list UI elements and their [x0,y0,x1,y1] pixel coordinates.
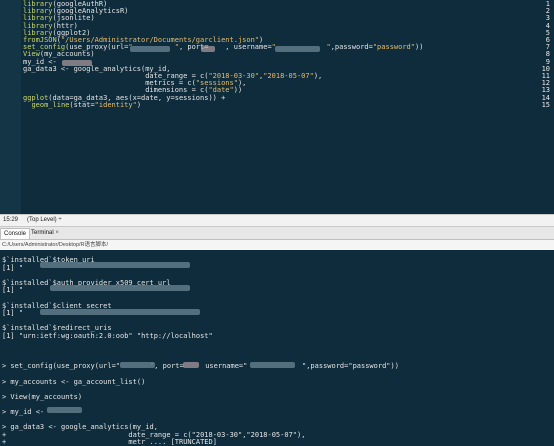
console-line: [1] "urn:ietf:wg:oauth:2.0:oob" "http://… [2,332,213,340]
console-line: > View(my_accounts) [2,392,83,401]
console-line: > set_config(use_proxy(url=" ", port= use… [2,362,399,371]
redacted-block [47,407,82,413]
line-number-gutter [0,0,21,214]
scope-selector[interactable]: (Top Level) ÷ [27,217,62,223]
source-editor[interactable]: 1 library(googleAuthR) 2 library(googleAnal… [0,0,554,214]
redacted-block [250,362,295,368]
editor-status-bar: 15:29 (Top Level) ÷ [0,214,554,227]
console-tab-bar: Console Terminal × [0,227,554,240]
console-line: > my_accounts <- ga_account_list() [2,377,146,386]
proxy-config-tail: ", port= [150,362,184,371]
code-line[interactable]: geom_line(stat="identity") [23,101,141,109]
line-number: 15 [541,100,550,109]
proxy-username-label: username=" [201,362,248,371]
tab-terminal[interactable]: Terminal × [28,228,62,238]
working-directory-bar: C:/Users/Administrator/Desktop/R语言脚本/ [0,240,554,250]
working-directory: C:/Users/Administrator/Desktop/R语言脚本/ [2,242,109,248]
redacted-block [40,262,190,268]
console-line: > my_id <- [2,408,49,416]
console-line: + metr .... [TRUNCATED] [2,438,217,446]
redacted-block [201,45,215,52]
redacted-block [62,59,92,66]
console-output[interactable]: $`installed`$token_uri [1] " $`installed`$… [0,250,554,446]
console-line: [1] " [2,263,24,272]
redacted-block [130,45,170,52]
redacted-block [40,309,200,315]
close-icon[interactable]: × [55,230,59,236]
redacted-block [120,362,155,368]
redacted-block [183,362,199,368]
console-line: [1] " [2,286,24,295]
redacted-block [50,285,190,291]
tab-terminal-label: Terminal [31,230,54,236]
redacted-block [275,45,320,52]
console-line: [1] " [2,309,24,318]
proxy-password-tail: ",password="password")) [302,362,399,371]
cursor-position: 15:29 [3,217,19,223]
tab-console[interactable]: Console [0,228,31,239]
